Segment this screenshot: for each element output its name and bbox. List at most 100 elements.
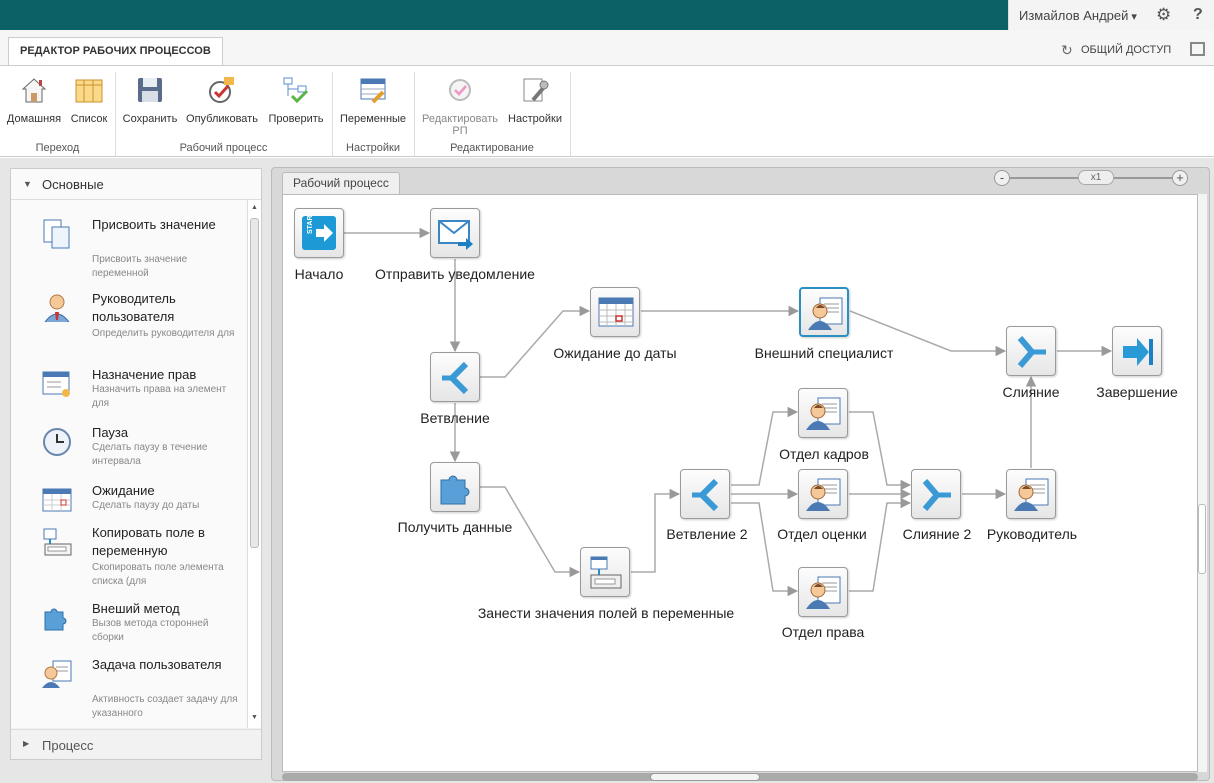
node-branch[interactable] [430, 352, 480, 402]
activity-desc: Активность создает задачу для указанного [92, 694, 238, 719]
share-button[interactable]: ОБЩИЙ ДОСТУП [1081, 44, 1171, 56]
group-settings: Настройки [346, 142, 400, 154]
activity-desc: Сделать паузу в течение интервала [92, 442, 208, 467]
publish-button[interactable]: Опубликовать [182, 74, 262, 125]
activity-desc: Присвоить значение переменной [92, 254, 188, 279]
node-merge-2[interactable] [911, 469, 961, 519]
scroll-down-icon[interactable]: ▼ [251, 714, 258, 721]
user-task-icon [42, 660, 72, 688]
label-get-data: Получить данные [397, 519, 513, 535]
label-external-specialist: Внешний специалист [754, 345, 894, 361]
triangle-down-icon: ▼ [23, 179, 32, 189]
list-button[interactable]: Список [68, 74, 110, 125]
node-get-data[interactable] [430, 462, 480, 512]
node-wait-until-date[interactable] [590, 287, 640, 337]
tab-workflow-editor[interactable]: РЕДАКТОР РАБОЧИХ ПРОЦЕССОВ [8, 37, 223, 65]
node-end[interactable] [1112, 326, 1162, 376]
home-icon [21, 78, 47, 103]
node-law-department[interactable] [798, 567, 848, 617]
node-external-specialist[interactable] [799, 287, 849, 337]
activity-name: Пауза [92, 425, 129, 440]
end-icon [1123, 338, 1153, 366]
link-branch2-law [731, 502, 799, 597]
node-store-fields[interactable] [580, 547, 630, 597]
zoom-out-button[interactable]: - [994, 170, 1010, 186]
save-label: Сохранить [122, 113, 178, 125]
share-icon[interactable]: ↻ [1061, 42, 1073, 59]
canvas-horizontal-scrollbar[interactable] [282, 773, 1198, 781]
tab-workflow[interactable]: Рабочий процесс [282, 172, 400, 194]
triangle-right-icon: ▶ [23, 739, 30, 748]
fullscreen-icon[interactable] [1190, 42, 1205, 56]
gear-icon[interactable]: ⚙ [1156, 5, 1171, 25]
activity-list: Присвоить значение Присвоить значение пе… [11, 200, 247, 728]
activity-name: Руководитель пользователя [92, 291, 176, 324]
activity-external-method[interactable]: Внеший метод Вызов метода сторонней сбор… [11, 600, 247, 650]
zoom-in-button[interactable]: + [1172, 170, 1188, 186]
activity-name: Копировать поле в переменную [92, 525, 205, 558]
check-button[interactable]: Проверить [265, 74, 327, 125]
activity-wait[interactable]: Ожидание Сделать паузу до даты [11, 482, 247, 518]
settings-label: Настройки [508, 113, 562, 125]
node-manager[interactable] [1006, 469, 1056, 519]
label-start: Начало [294, 266, 344, 282]
activity-name: Задача пользователя [92, 657, 222, 672]
variables-button[interactable]: Переменные [336, 74, 410, 125]
document-copy-icon [43, 219, 70, 249]
activity-name: Присвоить значение [92, 217, 216, 232]
save-button[interactable]: Сохранить [120, 74, 180, 125]
activity-list-scrollbar[interactable]: ▲ ▼ [247, 200, 261, 728]
node-merge[interactable] [1006, 326, 1056, 376]
group-editing: Редактирование [450, 142, 534, 154]
node-branch-2[interactable] [680, 469, 730, 519]
check-icon [283, 77, 309, 104]
user-box: Измайлов Андрей ⚙ ? [1008, 0, 1214, 30]
node-start[interactable]: START [294, 208, 344, 258]
group-workflow: Рабочий процесс [179, 142, 268, 154]
activity-name: Внеший метод [92, 601, 180, 616]
activity-assign-rights[interactable]: Назначение прав Назначить права на элеме… [11, 366, 247, 416]
zoom-level[interactable]: x1 [1078, 170, 1114, 185]
section-header-process[interactable]: ▶ Процесс [11, 729, 261, 759]
edit-workflow-button[interactable]: Редактировать РП [418, 74, 502, 137]
label-law-department: Отдел права [781, 624, 865, 640]
home-label: Домашняя [6, 113, 62, 125]
rights-icon [42, 371, 70, 397]
scrollbar-thumb[interactable] [650, 773, 760, 781]
scroll-up-icon[interactable]: ▲ [251, 204, 258, 211]
label-wait-until-date: Ожидание до даты [553, 345, 677, 361]
help-icon[interactable]: ? [1193, 5, 1203, 25]
user-task-icon [806, 478, 841, 511]
activity-desc: Сделать паузу до даты [92, 500, 200, 511]
home-button[interactable]: Домашняя [4, 74, 64, 125]
settings-button[interactable]: Настройки [505, 74, 565, 125]
activity-user-manager[interactable]: Руководитель пользователя Определить рук… [11, 290, 247, 356]
activity-pause[interactable]: Пауза Сделать паузу в течение интервала [11, 424, 247, 474]
floppy-icon [138, 78, 162, 102]
start-icon: START [302, 216, 336, 250]
scrollbar-thumb[interactable] [250, 218, 259, 548]
scrollbar-thumb[interactable] [1198, 504, 1206, 574]
workflow-canvas[interactable]: START Начало Отправить уведомление Ожида… [282, 194, 1198, 772]
node-evaluation-department[interactable] [798, 469, 848, 519]
label-merge-2: Слияние 2 [902, 526, 972, 542]
label-branch-2: Ветвление 2 [666, 526, 748, 542]
user-icon [44, 294, 70, 323]
zoom-slider[interactable]: - x1 + [994, 169, 1188, 187]
copy-field-icon [43, 528, 72, 556]
activity-desc: Вызов метода сторонней сборки [92, 618, 209, 643]
activity-desc: Назначить права на элемент для [92, 384, 227, 409]
activity-assign-value[interactable]: Присвоить значение Присвоить значение пе… [11, 216, 247, 282]
node-send-notification[interactable] [430, 208, 480, 258]
canvas-vertical-scrollbar[interactable] [1198, 194, 1207, 772]
section-header-basic[interactable]: ▼ Основные [11, 169, 261, 200]
label-branch: Ветвление [420, 410, 490, 426]
node-hr-department[interactable] [798, 388, 848, 438]
label-send-notification: Отправить уведомление [375, 266, 535, 282]
user-menu[interactable]: Измайлов Андрей [1019, 8, 1137, 23]
list-label: Список [70, 113, 108, 125]
merge-icon [922, 479, 951, 511]
copy-field-icon [590, 556, 622, 589]
activity-user-task[interactable]: Задача пользователя Активность создает з… [11, 656, 247, 722]
activity-copy-field[interactable]: Копировать поле в переменную Скопировать… [11, 524, 247, 590]
